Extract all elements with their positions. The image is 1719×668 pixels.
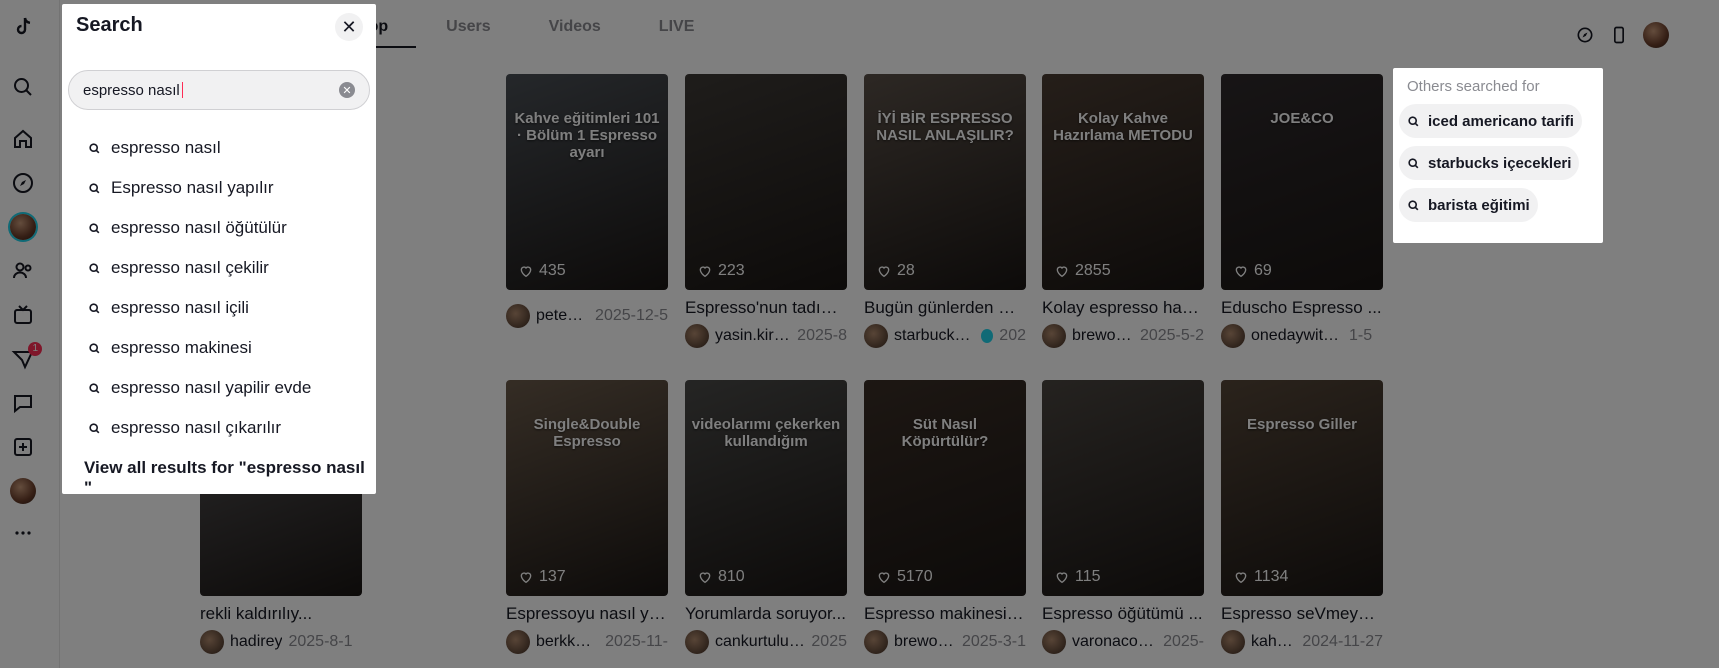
search-icon xyxy=(89,182,100,193)
suggestion-label: espresso nasıl yapilir evde xyxy=(111,378,312,397)
chip-label: starbucks içecekleri xyxy=(1428,154,1572,172)
suggestion-label: espresso nasıl çıkarılır xyxy=(111,418,282,437)
view-all-results-link[interactable]: View all results for "espresso nasıl " xyxy=(84,458,376,498)
close-button[interactable]: ✕ xyxy=(335,13,363,41)
suggestion-label: Espresso nasıl yapılır xyxy=(111,178,274,197)
others-searched-chip[interactable]: iced americano tarifi xyxy=(1399,104,1582,138)
clear-search-button[interactable]: ✕ xyxy=(339,82,355,98)
suggestion-item[interactable]: espresso makinesi xyxy=(62,328,376,368)
others-searched-chip[interactable]: barista eğitimi xyxy=(1399,188,1538,222)
search-panel-title: Search xyxy=(76,14,143,36)
search-input-value: espresso nasıl xyxy=(83,81,180,99)
search-icon xyxy=(1408,199,1419,210)
search-icon xyxy=(1408,115,1419,126)
search-panel: Search ✕ espresso nasıl ✕ espresso nasıl… xyxy=(62,4,376,497)
search-icon xyxy=(89,262,100,273)
suggestion-item[interactable]: espresso nasıl çekilir xyxy=(62,248,376,288)
search-icon xyxy=(89,302,100,313)
suggestion-label: espresso makinesi xyxy=(111,338,252,357)
chip-label: iced americano tarifi xyxy=(1428,112,1574,130)
search-icon xyxy=(89,422,100,433)
suggestion-item[interactable]: Espresso nasıl yapılır xyxy=(62,168,376,208)
others-searched-chip[interactable]: starbucks içecekleri xyxy=(1399,146,1580,180)
close-icon: ✕ xyxy=(341,16,357,37)
suggestion-label: espresso nasıl içili xyxy=(111,298,249,317)
search-icon xyxy=(89,342,100,353)
chip-label: barista eğitimi xyxy=(1428,196,1530,214)
others-searched-panel: Others searched for iced americano tarif… xyxy=(1393,68,1603,243)
suggestion-list: espresso nasıl Espresso nasıl yapılır espr… xyxy=(62,128,376,448)
others-searched-title: Others searched for xyxy=(1407,78,1540,95)
search-icon xyxy=(89,382,100,393)
suggestion-item[interactable]: espresso nasıl öğütülür xyxy=(62,208,376,248)
suggestion-label: espresso nasıl öğütülür xyxy=(111,218,287,237)
search-icon xyxy=(89,222,100,233)
suggestion-item[interactable]: espresso nasıl yapilir evde xyxy=(62,368,376,408)
search-icon xyxy=(89,142,100,153)
suggestion-label: espresso nasıl xyxy=(111,138,221,157)
search-input[interactable]: espresso nasıl ✕ xyxy=(68,70,370,110)
text-caret xyxy=(181,82,183,98)
search-icon xyxy=(1408,157,1419,168)
suggestion-item[interactable]: espresso nasıl içili xyxy=(62,288,376,328)
suggestion-item[interactable]: espresso nasıl xyxy=(62,128,376,168)
suggestion-label: espresso nasıl çekilir xyxy=(111,258,269,277)
suggestion-item[interactable]: espresso nasıl çıkarılır xyxy=(62,408,376,448)
